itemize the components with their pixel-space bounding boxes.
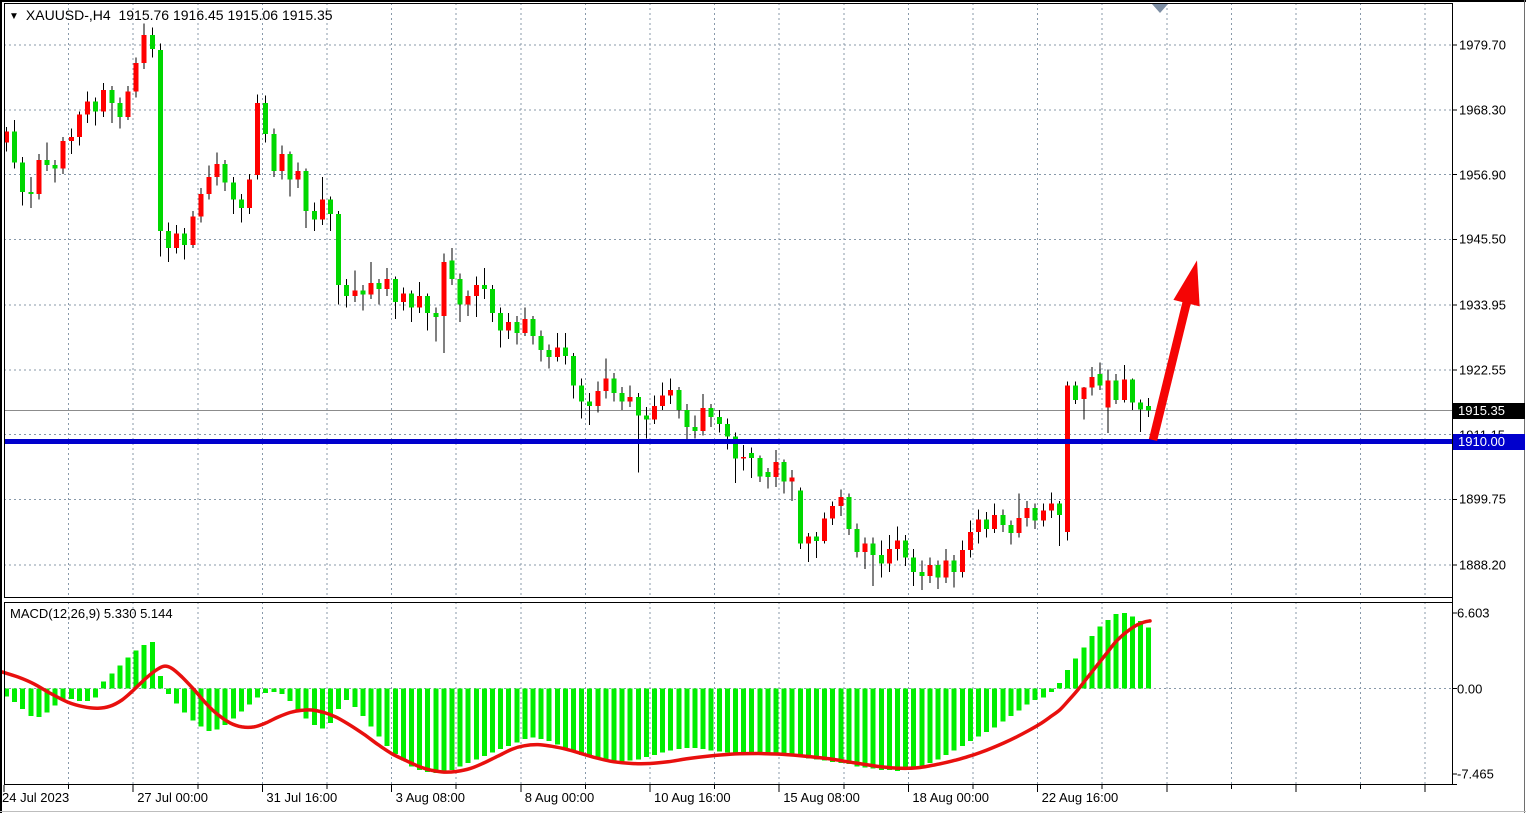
price-axis-label: 1956.90 <box>1459 167 1506 182</box>
mt4-chart-window: ▼ XAUUSD-,H4 1915.76 1916.45 1915.06 1915… <box>0 0 1526 813</box>
time-axis-label: 10 Aug 16:00 <box>654 790 731 805</box>
macd-axis-label: -7.465 <box>1457 766 1494 781</box>
price-axis-label: 1979.70 <box>1459 38 1506 53</box>
price-axis-label: 1945.50 <box>1459 232 1506 247</box>
time-axis-label: 31 Jul 16:00 <box>266 790 337 805</box>
symbol-dropdown-icon[interactable]: ▼ <box>9 11 19 22</box>
time-axis-label: 15 Aug 08:00 <box>783 790 860 805</box>
ohlc-values: 1915.76 1916.45 1915.06 1915.35 <box>118 7 332 23</box>
macd-axis-label: 0.00 <box>1457 681 1482 696</box>
chart-header: ▼ XAUUSD-,H4 1915.76 1916.45 1915.06 1915… <box>9 7 333 23</box>
time-axis-label: 24 Jul 2023 <box>2 790 69 805</box>
time-axis-label: 8 Aug 00:00 <box>525 790 594 805</box>
time-axis-label: 18 Aug 00:00 <box>912 790 989 805</box>
macd-indicator-label: MACD(12,26,9) 5.330 5.144 <box>10 606 173 621</box>
support-level-badge: 1910.00 <box>1453 434 1525 450</box>
price-axis-label: 1968.30 <box>1459 102 1506 117</box>
current-price-badge: 1915.35 <box>1453 403 1525 419</box>
price-axis-label: 1922.55 <box>1459 362 1506 377</box>
price-axis-label: 1888.20 <box>1459 558 1506 573</box>
time-axis-label: 27 Jul 00:00 <box>137 790 208 805</box>
price-axis-label: 1933.95 <box>1459 298 1506 313</box>
price-axis-label: 1899.75 <box>1459 492 1506 507</box>
symbol-period-label: XAUUSD-,H4 <box>26 7 111 23</box>
chart-shift-marker-icon[interactable] <box>1152 4 1168 13</box>
macd-axis-label: 6.603 <box>1457 605 1490 620</box>
chart-surface[interactable] <box>0 0 1526 813</box>
time-axis-label: 22 Aug 16:00 <box>1042 790 1119 805</box>
time-axis-label: 3 Aug 08:00 <box>396 790 465 805</box>
